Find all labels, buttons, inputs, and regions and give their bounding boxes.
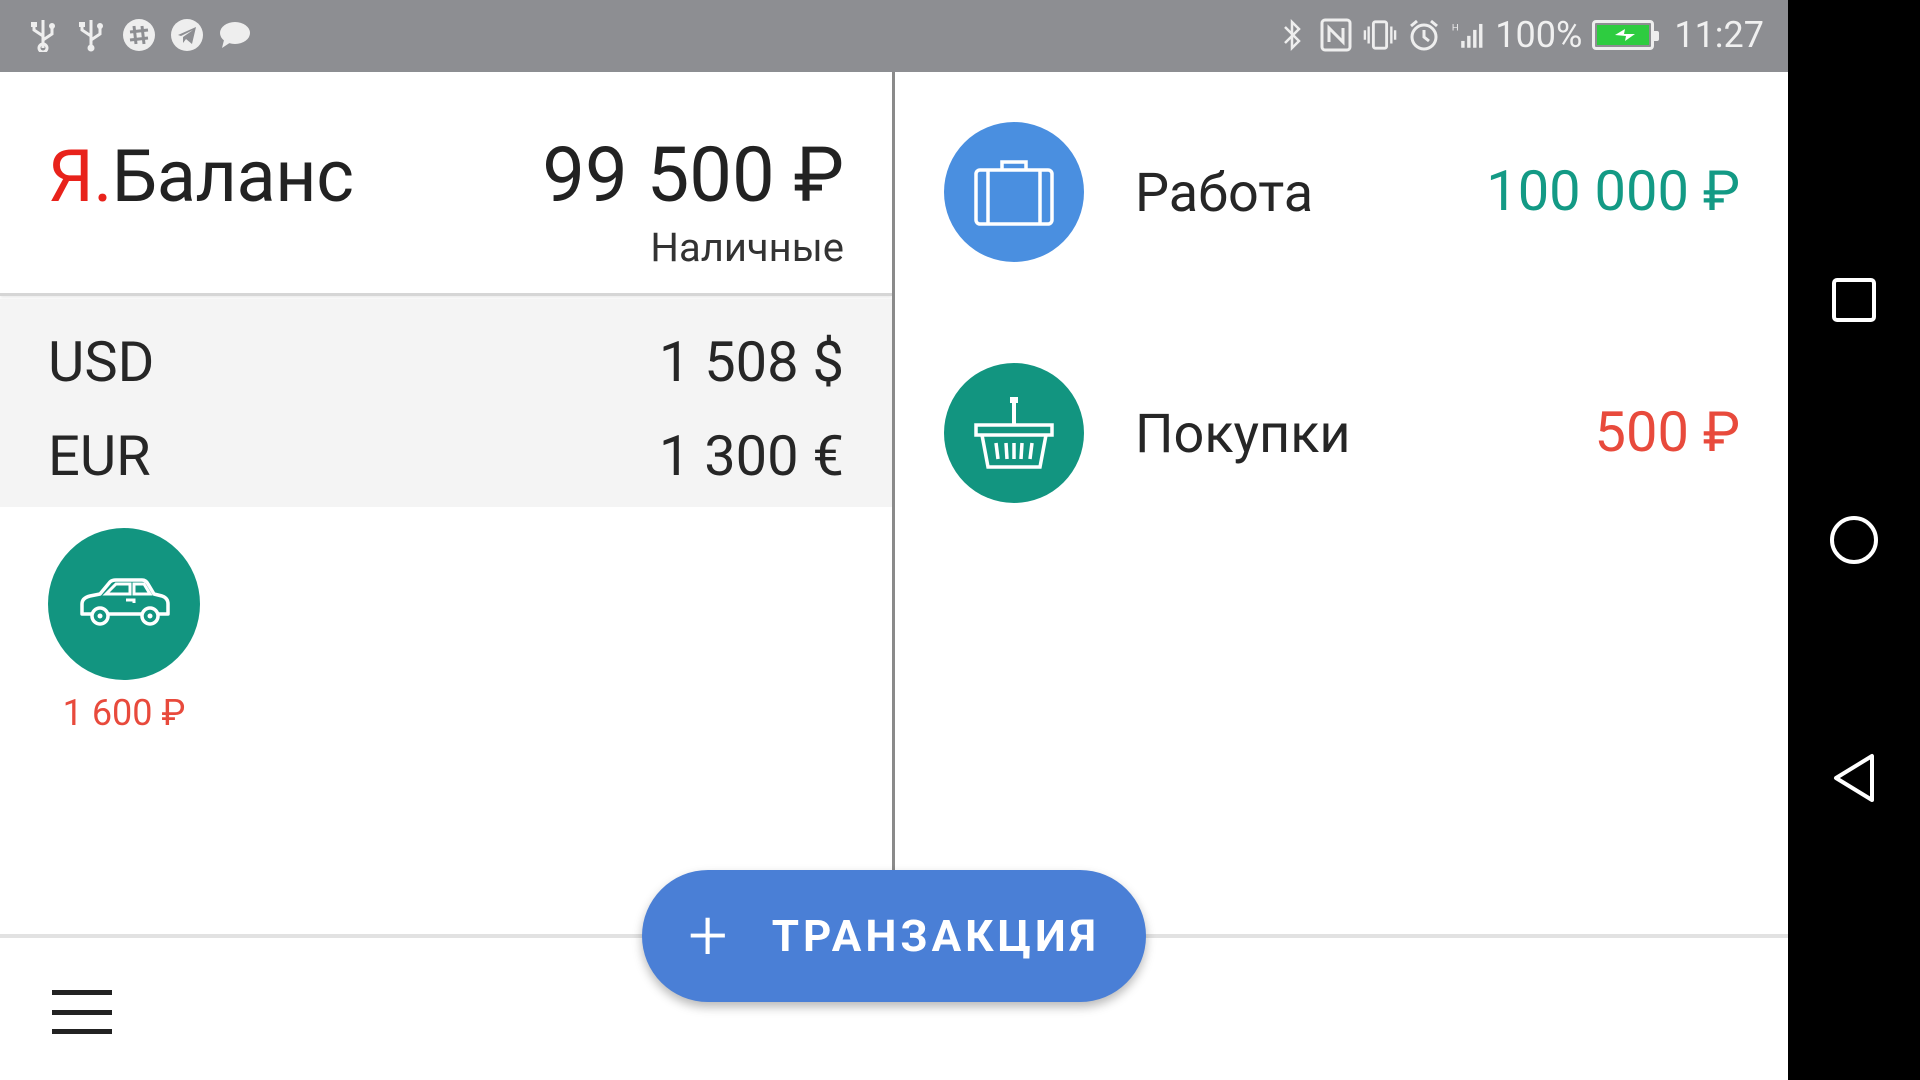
account-tile-car[interactable]: 1 600 ₽ (48, 528, 200, 734)
system-status: H 100% 11:27 (1275, 14, 1764, 56)
navigation-bar (1788, 0, 1920, 1080)
usb-icon (74, 18, 108, 52)
telegram-icon (170, 18, 204, 52)
category-row-work[interactable]: Работа 100 000 ₽ (895, 122, 1788, 272)
plus-icon: + (688, 895, 728, 977)
briefcase-icon (974, 160, 1054, 226)
balance-header[interactable]: Я.Баланс 99 500 ₽ Наличные (0, 72, 892, 296)
battery-percent: 100% (1495, 14, 1583, 56)
currency-amount: 1 300 € (658, 423, 844, 489)
app-title-prefix: Я. (48, 134, 112, 219)
account-amount: 1 600 ₽ (62, 692, 186, 734)
signal-icon: H (1451, 18, 1485, 52)
nfc-icon (1319, 18, 1353, 52)
currency-row-eur[interactable]: EUR 1 300 € (48, 423, 844, 503)
recents-icon[interactable] (1828, 274, 1880, 326)
clock: 11:27 (1674, 14, 1764, 56)
category-circle[interactable] (944, 122, 1084, 262)
currency-row-usd[interactable]: USD 1 508 $ (48, 329, 844, 409)
car-icon (80, 578, 170, 626)
currency-code: USD (48, 329, 155, 395)
home-icon[interactable] (1828, 514, 1880, 566)
usb-icon (26, 18, 60, 52)
category-circle[interactable] (944, 363, 1084, 503)
currency-amount: 1 508 $ (658, 329, 844, 395)
category-name: Работа (1135, 162, 1314, 225)
app-screen: H 100% 11:27 Я.Баланс 99 500 ₽ Наличные … (0, 0, 1788, 1080)
add-transaction-button[interactable]: + ТРАНЗАКЦИЯ (642, 870, 1146, 1002)
balance-panel: Я.Баланс 99 500 ₽ Наличные USD 1 508 $ E… (0, 72, 892, 934)
basket-icon (974, 397, 1054, 469)
back-icon[interactable] (1828, 752, 1880, 804)
currency-list: USD 1 508 $ EUR 1 300 € (0, 299, 892, 507)
add-transaction-label: ТРАНЗАКЦИЯ (771, 910, 1100, 962)
app-title: Я.Баланс (48, 134, 354, 219)
chat-icon (218, 18, 252, 52)
app-title-rest: Баланс (111, 134, 354, 219)
categories-panel: Работа 100 000 ₽ Покупки 500 ₽ (895, 72, 1788, 934)
status-bar: H 100% 11:27 (0, 0, 1788, 72)
bluetooth-icon (1275, 18, 1309, 52)
total-balance: 99 500 ₽ (542, 130, 844, 220)
battery-icon (1592, 20, 1660, 50)
total-balance-label: Наличные (650, 224, 844, 271)
alarm-icon (1407, 18, 1441, 52)
category-row-shopping[interactable]: Покупки 500 ₽ (895, 363, 1788, 513)
notification-icons (26, 18, 252, 52)
category-amount: 100 000 ₽ (1486, 158, 1740, 224)
hamburger-menu-icon[interactable] (52, 990, 112, 1034)
category-amount: 500 ₽ (1594, 399, 1740, 465)
account-circle[interactable] (48, 528, 200, 680)
vibrate-icon (1363, 18, 1397, 52)
currency-code: EUR (48, 423, 151, 489)
category-name: Покупки (1135, 403, 1351, 466)
svg-text:H: H (1452, 23, 1459, 33)
slack-icon (122, 18, 156, 52)
